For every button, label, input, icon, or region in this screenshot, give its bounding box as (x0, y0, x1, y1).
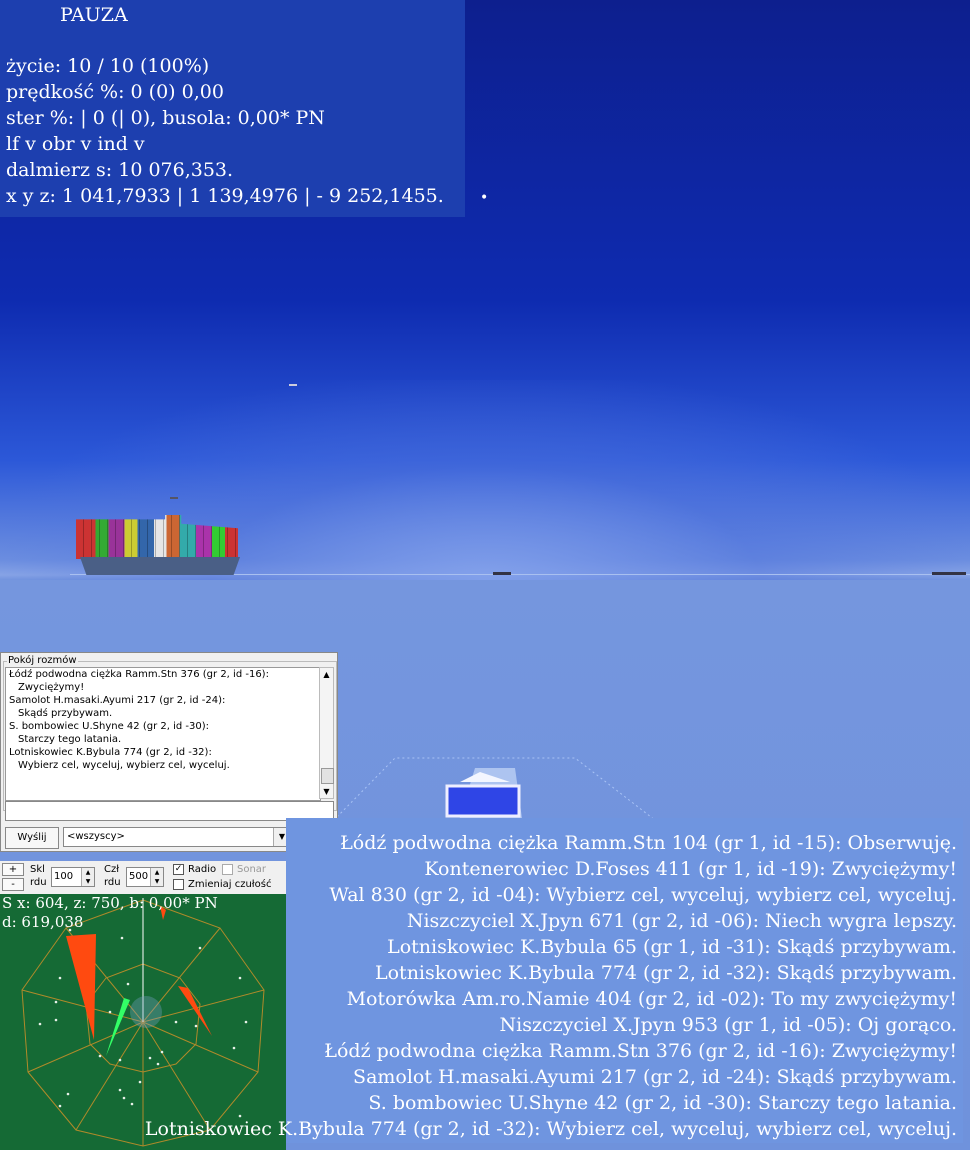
game-viewport[interactable]: PAUZA życie: 10 / 10 (100%) prędkość %: … (0, 0, 970, 1150)
czl-value: 500 (129, 871, 149, 882)
scroll-up-icon[interactable]: ▲ (320, 668, 333, 681)
speed-readout: prędkość %: 0 (0) 0,00 (6, 81, 224, 103)
message-log-line: S. bombowiec U.Shyne 42 (gr 2, id -30): … (368, 1092, 957, 1114)
message-log-line: Motorówka Am.ro.Namie 404 (gr 2, id -02)… (346, 988, 957, 1010)
skl-label-2: rdu (30, 877, 47, 888)
chat-line: Zwyciężymy! (18, 682, 85, 693)
enemy-contact (66, 934, 96, 1040)
recipient-select[interactable]: <wszyscy> ▼ (63, 827, 291, 847)
status-hud: PAUZA życie: 10 / 10 (100%) prędkość %: … (0, 0, 465, 217)
radar-plot (21, 898, 265, 1147)
zone-outline (330, 757, 661, 825)
czl-label-2: rdu (104, 877, 121, 888)
message-log-line: Łódź podwodna ciężka Ramm.Stn 104 (gr 1,… (340, 832, 957, 854)
ship-hull (80, 557, 240, 575)
ally-contact (106, 998, 130, 1056)
message-log-line: Lotniskowiec K.Bybula 65 (gr 1, id -31):… (387, 936, 957, 958)
distant-boat (493, 572, 511, 575)
skl-value: 100 (54, 871, 74, 882)
sensitivity-label: Zmieniaj czułość (188, 879, 272, 890)
message-log-line: Niszczyciel X.Jpyn 953 (gr 1, id -05): O… (499, 1014, 957, 1036)
message-log-line: Niszczyciel X.Jpyn 671 (gr 2, id -06): N… (406, 910, 957, 932)
radio-label: Radio (188, 864, 217, 875)
radar-display[interactable]: S x: 604, z: 750, b: 0,00* PN d: 619,038 (0, 894, 286, 1150)
skl-label: Skl (30, 864, 45, 875)
czl-label: Czł (104, 864, 120, 875)
chat-line: Wybierz cel, wyceluj, wybierz cel, wycel… (18, 760, 230, 771)
chat-line: Samolot H.masaki.Ayumi 217 (gr 2, id -24… (9, 695, 226, 706)
radar-position-readout: S x: 604, z: 750, b: 0,00* PN (2, 894, 218, 912)
chat-message-input[interactable] (5, 801, 334, 821)
position-readout: x y z: 1 041,7933 | 1 139,4976 | - 9 252… (6, 185, 444, 207)
message-log-line: Wal 830 (gr 2, id -04): Wybierz cel, wyc… (329, 884, 957, 906)
own-ship-marker (130, 996, 162, 1028)
sensitivity-checkbox[interactable] (173, 879, 184, 890)
rangefinder-readout: dalmierz s: 10 076,353. (6, 159, 234, 181)
ship-containers (76, 515, 238, 559)
distant-boat (932, 572, 966, 575)
radio-checkbox[interactable]: ✓ (173, 864, 184, 875)
message-log-line: Lotniskowiec K.Bybula 774 (gr 2, id -32)… (144, 1118, 957, 1140)
chat-scrollbar[interactable]: ▲ ▼ (319, 667, 334, 799)
chat-line: Starczy tego latania. (18, 734, 122, 745)
distant-aircraft (289, 384, 297, 386)
message-log-line: Łódź podwodna ciężka Ramm.Stn 376 (gr 2,… (324, 1040, 957, 1062)
stepper-arrows-icon[interactable]: ▲ ▼ (81, 868, 94, 886)
message-log-line: Samolot H.masaki.Ayumi 217 (gr 2, id -24… (353, 1066, 957, 1088)
container-ship (72, 515, 240, 577)
chat-room-title: Pokój rozmów (7, 655, 78, 666)
chat-log[interactable]: Łódź podwodna ciężka Ramm.Stn 376 (gr 2,… (5, 667, 321, 801)
scroll-thumb[interactable] (321, 768, 334, 784)
send-button[interactable]: Wyślij (5, 827, 59, 849)
chat-line: Skądś przybywam. (18, 708, 113, 719)
czl-stepper[interactable]: 500 ▲ ▼ (126, 867, 164, 887)
rudder-compass-readout: ster %: | 0 (| 0), busola: 0,00* PN (6, 107, 325, 129)
skl-stepper[interactable]: 100 ▲ ▼ (51, 867, 95, 887)
distant-aircraft (170, 497, 178, 499)
sonar-checkbox[interactable] (222, 864, 233, 875)
chat-line: Łódź podwodna ciężka Ramm.Stn 376 (gr 2,… (9, 669, 269, 680)
chat-line: Lotniskowiec K.Bybula 774 (gr 2, id -32)… (9, 747, 212, 758)
radar-controls: + - Skl rdu 100 ▲ ▼ Czł rdu 500 ▲ ▼ ✓ Radi… (0, 861, 286, 894)
stepper-arrows-icon[interactable]: ▲ ▼ (150, 868, 163, 886)
message-log-line: Kontenerowiec D.Foses 411 (gr 1, id -19)… (424, 858, 957, 880)
sonar-label: Sonar (237, 864, 267, 875)
life-readout: życie: 10 / 10 (100%) (6, 55, 210, 77)
zoom-in-button[interactable]: + (2, 863, 24, 876)
scroll-down-icon[interactable]: ▼ (320, 785, 333, 798)
message-log-line: Lotniskowiec K.Bybula 774 (gr 2, id -32)… (375, 962, 957, 984)
pause-indicator: PAUZA (60, 4, 128, 26)
chat-line: S. bombowiec U.Shyne 42 (gr 2, id -30): (9, 721, 210, 732)
lf-readout: lf v obr v ind v (6, 133, 145, 155)
recipient-value: <wszyscy> (67, 831, 125, 842)
zoom-out-button[interactable]: - (2, 878, 24, 891)
crosshair-dot: • (480, 190, 489, 206)
radar-distance-readout: d: 619,038 (2, 913, 84, 931)
message-log: Łódź podwodna ciężka Ramm.Stn 104 (gr 1,… (145, 818, 963, 1143)
